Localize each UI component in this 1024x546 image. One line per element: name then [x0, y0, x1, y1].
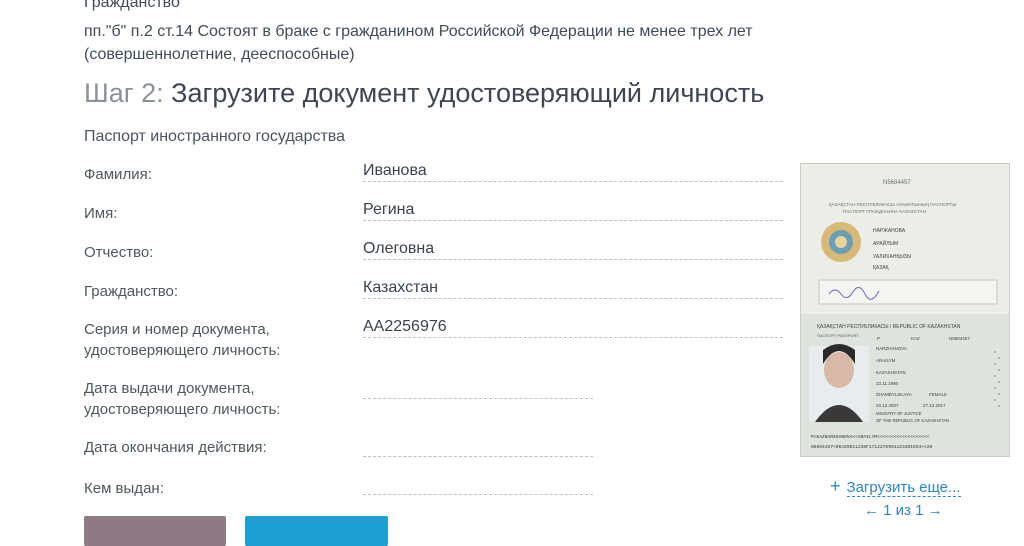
- passport-name2: АРАЙЛЫМ: [873, 239, 898, 247]
- patronymic-underline: [363, 259, 783, 260]
- passport-nat: ҚАЗАҚ: [873, 265, 889, 271]
- passport-country: KAZAKHSTAN: [876, 370, 906, 375]
- upload-more-label[interactable]: Загрузить еще...: [846, 479, 961, 497]
- doc-number-label-line1: Серия и номер документа,: [84, 321, 270, 338]
- step-text: Загрузите документ удостоверяющий личнос…: [171, 78, 765, 108]
- passport-top-header: ҚАЗАҚСТАН РЕСПУБЛИКАСЫ АЗАМАТЫНЫҢ ПАСПОР…: [829, 202, 956, 207]
- passport-dob: 23.11.1990: [876, 381, 899, 386]
- upload-more-link[interactable]: + Загрузить еще...: [830, 476, 961, 497]
- image-pager[interactable]: ← 1 из 1 →: [864, 502, 943, 519]
- passport-expiry: 27.12.2017: [923, 403, 946, 408]
- expiry-date-label: Дата окончания действия:: [84, 439, 267, 456]
- issued-by-underline: [363, 494, 593, 495]
- expiry-date-underline: [363, 456, 593, 457]
- doc-number-label: Серия и номер документа, удостоверяющего…: [84, 319, 280, 361]
- name-underline: [363, 220, 783, 221]
- passport-top-header2: ПАСПОРТ ГРАЖДАНИНА КАЗАХСТАН: [843, 209, 926, 214]
- passport-surname: NARZHANOVA: [876, 346, 907, 351]
- citizenship-basis-note: (совершеннолетние, дееспособные): [84, 46, 355, 63]
- passport-name3: УАЛИХАНҚЫЗЫ: [873, 254, 912, 260]
- passport-type-label: ПАСПОРТ PASSPORT: [817, 333, 859, 338]
- passport-issue: 26.12.2007: [876, 403, 899, 408]
- passport-scan-svg: N5684457 ҚАЗАҚСТАН РЕСПУБЛИКАСЫ АЗАМАТЫН…: [801, 164, 1009, 456]
- document-type: Паспорт иностранного государства: [84, 128, 346, 145]
- citizenship-label: Гражданство:: [84, 283, 179, 300]
- doc-number-value: AA2256976: [363, 318, 447, 335]
- passport-sex: FEMALE: [929, 392, 947, 397]
- passport-mrz1: P<KAZNARZHANOVA<<ARAILYM<<<<<<<<<<<<<<<<…: [811, 434, 930, 440]
- surname-label: Фамилия:: [84, 166, 152, 183]
- step-number: Шаг 2:: [84, 78, 164, 108]
- issue-date-underline: [363, 398, 593, 399]
- passport-bottom-header: ҚАЗАҚСТАН РЕСПУБЛИКАСЫ / REPUBLIC OF KAZ…: [817, 324, 961, 330]
- passport-top-number: N5684457: [883, 180, 911, 186]
- plus-icon: +: [830, 476, 841, 496]
- doc-number-underline: [363, 337, 783, 338]
- citizenship-underline: [363, 298, 783, 299]
- passport-name1: НАРЖАНОВА: [873, 228, 906, 234]
- surname-value: Иванова: [363, 162, 427, 179]
- passport-given: ARAILYM: [876, 358, 896, 363]
- passport-number: N5684457: [949, 336, 970, 341]
- back-button[interactable]: [84, 516, 226, 546]
- issue-date-label-line1: Дата выдачи документа,: [84, 380, 255, 397]
- name-label: Имя:: [84, 205, 118, 222]
- passport-image[interactable]: N5684457 ҚАЗАҚСТАН РЕСПУБЛИКАСЫ АЗАМАТЫН…: [800, 163, 1010, 457]
- issue-date-label: Дата выдачи документа, удостоверяющего л…: [84, 378, 280, 420]
- issue-date-label-line2: удостоверяющего личность:: [84, 401, 281, 418]
- passport-code: KAZ: [911, 336, 920, 341]
- patronymic-label: Отчество:: [84, 244, 154, 261]
- patronymic-value: Олеговна: [363, 240, 435, 257]
- passport-authority2: OF THE REPUBLIC OF KAZAKHSTAN: [876, 418, 949, 423]
- issued-by-label: Кем выдан:: [84, 480, 164, 497]
- step-title: Шаг 2: Загрузите документ удостоверяющий…: [84, 78, 764, 109]
- citizenship-value: Казахстан: [363, 279, 438, 296]
- citizenship-heading: Гражданство: [84, 0, 180, 11]
- surname-underline: [363, 181, 783, 182]
- doc-number-label-line2: удостоверяющего личность:: [84, 342, 281, 359]
- next-button[interactable]: [245, 516, 388, 546]
- citizenship-basis: пп."б" п.2 ст.14 Состоят в браке с гражд…: [84, 23, 753, 40]
- passport-mrz2: N5684457<0KAZ9011230F1712276901123401034…: [811, 444, 933, 450]
- passport-type: P: [877, 336, 880, 341]
- passport-authority: MINISTRY OF JUSTICE: [876, 411, 922, 416]
- name-value: Регина: [363, 201, 415, 218]
- passport-place: ZHAMBYLSKAYA: [876, 392, 912, 397]
- signature-box: [818, 279, 998, 305]
